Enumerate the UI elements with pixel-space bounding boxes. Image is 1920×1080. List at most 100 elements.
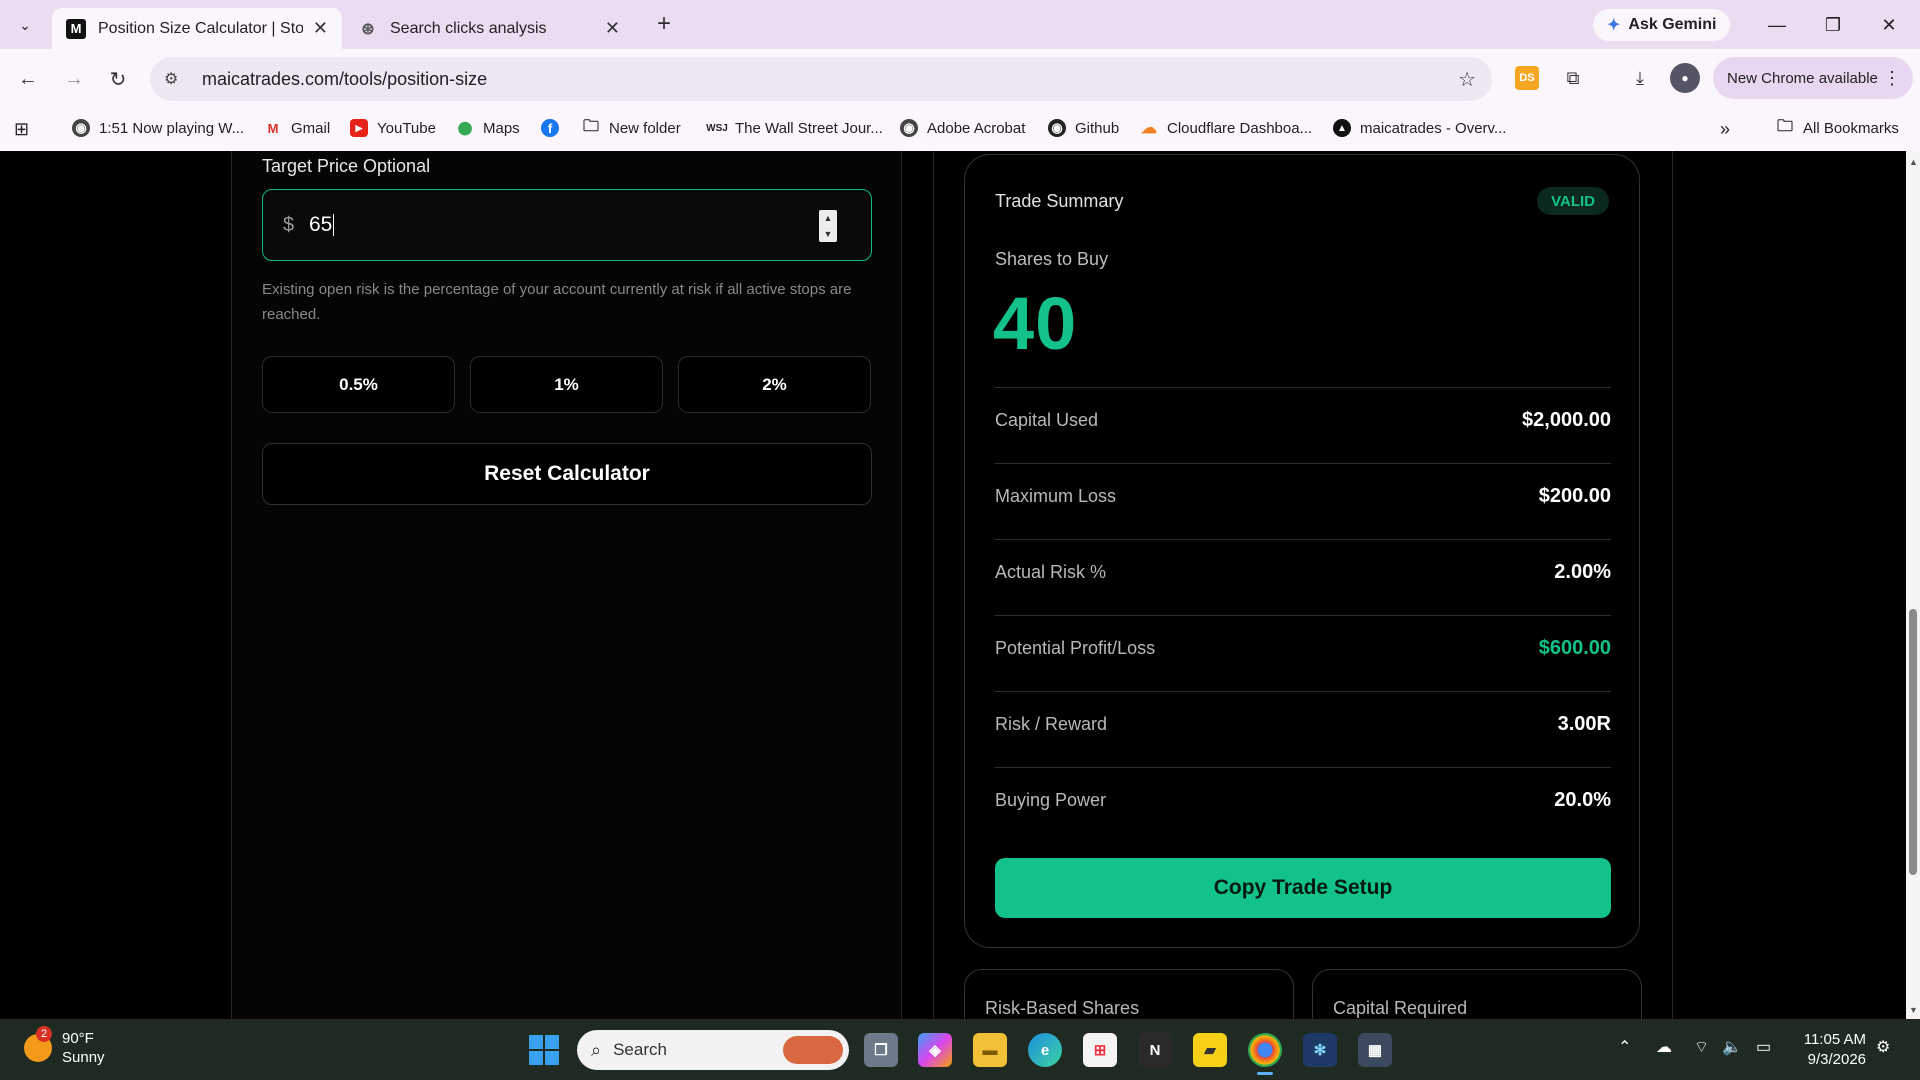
tab-title: Search clicks analysis xyxy=(390,19,547,37)
site-settings-icon[interactable]: ⚙ xyxy=(164,69,188,89)
minimize-button[interactable]: — xyxy=(1754,10,1800,40)
sticky-notes-icon[interactable]: ▰ xyxy=(1193,1033,1227,1067)
notion-icon[interactable]: N xyxy=(1138,1033,1172,1067)
new-chrome-label: New Chrome available xyxy=(1727,69,1878,87)
bookmark-wsj[interactable]: WSJ The Wall Street Jour... xyxy=(706,119,883,137)
url-text[interactable]: maicatrades.com/tools/position-size xyxy=(202,69,487,90)
currency-symbol: $ xyxy=(283,214,295,236)
maicatrades-triangle-icon: ▲ xyxy=(1333,119,1351,137)
step-down-icon[interactable]: ▼ xyxy=(824,229,833,239)
results-panel: Trade Summary VALID Shares to Buy 40 Cap… xyxy=(933,151,1673,1019)
system-clock[interactable]: 11:05 AM 9/3/2026 xyxy=(1796,1030,1866,1070)
restore-button[interactable]: ❐ xyxy=(1810,10,1856,40)
target-price-input[interactable]: $ 65 ▲ ▼ xyxy=(262,189,872,261)
scroll-down-icon[interactable]: ▼ xyxy=(1909,1005,1918,1015)
bookmark-github[interactable]: ◉ Github xyxy=(1048,119,1119,137)
windows-taskbar: 2 90°F Sunny ⌕ Search ❐ ◈ ▬ e ⊞ N ▰ ✻ ▦ … xyxy=(0,1019,1920,1080)
extensions-puzzle-icon[interactable]: ⧉ xyxy=(1558,63,1588,93)
calculator-app-icon[interactable]: ▦ xyxy=(1358,1033,1392,1067)
shares-to-buy-value: 40 xyxy=(993,282,1078,365)
metric-buying-power: Buying Power 20.0% xyxy=(995,767,1611,843)
bookmarks-overflow-icon[interactable]: » xyxy=(1720,119,1730,140)
page-content: Target Price Optional $ 65 ▲ ▼ Existing … xyxy=(0,151,1906,1019)
status-badge: VALID xyxy=(1537,187,1609,215)
scrollbar-thumb[interactable] xyxy=(1909,609,1917,875)
more-menu-icon: ⋮ xyxy=(1883,67,1901,88)
bookmark-adobe-acrobat[interactable]: ◉ Adobe Acrobat xyxy=(900,119,1025,137)
address-bar[interactable]: ⚙ maicatrades.com/tools/position-size ☆ xyxy=(150,57,1492,101)
bookmark-facebook[interactable]: f xyxy=(541,119,568,137)
bookmark-youtube[interactable]: ▶ YouTube xyxy=(350,119,436,137)
ds-extension-icon[interactable]: DS xyxy=(1515,66,1539,90)
apps-grid-icon[interactable]: ⊞ xyxy=(14,119,29,140)
bookmark-now-playing[interactable]: ◉ 1:51 Now playing W... xyxy=(72,119,244,137)
bookmark-cloudflare[interactable]: ☁ Cloudflare Dashboa... xyxy=(1140,119,1312,138)
close-tab-icon[interactable]: ✕ xyxy=(313,18,328,39)
page-scrollbar[interactable]: ▲ ▼ xyxy=(1906,151,1920,1019)
target-price-label: Target Price Optional xyxy=(262,156,431,176)
reload-icon: ↻ xyxy=(109,68,127,91)
globe-icon: ◉ xyxy=(72,119,90,137)
trade-summary-title: Trade Summary xyxy=(995,191,1124,211)
bookmark-maps[interactable]: ⬤ Maps xyxy=(456,119,520,137)
show-hidden-icons-chevron-icon[interactable]: ⌃ xyxy=(1618,1037,1631,1057)
wifi-icon[interactable]: ⌔ xyxy=(1694,1037,1709,1057)
forward-button[interactable]: → xyxy=(58,63,90,95)
download-icon[interactable]: ⤓ xyxy=(1625,63,1655,93)
tab-position-size-calculator[interactable]: M Position Size Calculator | Stock I ✕ xyxy=(52,8,342,49)
tab-strip: ⌄ M Position Size Calculator | Stock I ✕… xyxy=(0,0,1920,49)
profile-avatar[interactable]: ● xyxy=(1670,63,1700,93)
taskbar-search[interactable]: ⌕ Search xyxy=(577,1030,849,1070)
bookmark-maicatrades[interactable]: ▲ maicatrades - Overv... xyxy=(1333,119,1506,137)
all-bookmarks-label: All Bookmarks xyxy=(1803,119,1899,137)
weather-widget[interactable]: 2 90°F Sunny xyxy=(24,1026,105,1067)
close-tab-icon[interactable]: ✕ xyxy=(605,18,620,39)
bookmark-label: The Wall Street Jour... xyxy=(735,119,883,137)
windows-start-icon[interactable] xyxy=(529,1035,559,1065)
chrome-icon[interactable] xyxy=(1248,1033,1282,1075)
volume-icon[interactable]: 🔈 xyxy=(1722,1037,1742,1057)
copilot-icon[interactable]: ◈ xyxy=(918,1033,952,1067)
battery-icon[interactable]: ▭ xyxy=(1756,1037,1771,1057)
bookmark-gmail[interactable]: M Gmail xyxy=(264,119,331,137)
ask-gemini-button[interactable]: ✦ Ask Gemini xyxy=(1593,9,1731,41)
trade-summary-card: Trade Summary VALID Shares to Buy 40 Cap… xyxy=(964,154,1640,948)
notifications-icon[interactable]: ⚙ xyxy=(1876,1037,1890,1057)
gmail-icon: M xyxy=(267,120,279,136)
back-button[interactable]: ← xyxy=(12,63,44,95)
risk-preset-0-5-button[interactable]: 0.5% xyxy=(262,356,455,413)
new-tab-button[interactable]: + xyxy=(650,10,678,38)
step-up-icon[interactable]: ▲ xyxy=(824,213,833,223)
scroll-up-icon[interactable]: ▲ xyxy=(1909,157,1918,167)
metric-label: Maximum Loss xyxy=(995,486,1117,506)
all-bookmarks[interactable]: 🗀 All Bookmarks xyxy=(1776,118,1899,137)
bookmark-new-folder[interactable]: 🗀 New folder xyxy=(582,118,681,137)
copy-trade-setup-button[interactable]: Copy Trade Setup xyxy=(995,858,1611,918)
risk-preset-2-button[interactable]: 2% xyxy=(678,356,871,413)
browser-toolbar: ← → ↻ ⚙ maicatrades.com/tools/position-s… xyxy=(0,49,1920,108)
onedrive-icon[interactable]: ☁ xyxy=(1656,1037,1672,1057)
arrow-left-icon: ← xyxy=(18,67,38,90)
tab-search-clicks-analysis[interactable]: ⊛ Search clicks analysis ✕ xyxy=(344,8,634,49)
snowflake-app-icon[interactable]: ✻ xyxy=(1303,1033,1337,1067)
number-stepper[interactable]: ▲ ▼ xyxy=(819,210,837,242)
facebook-icon: f xyxy=(541,119,559,137)
shares-to-buy-label: Shares to Buy xyxy=(995,249,1109,269)
close-window-button[interactable]: ✕ xyxy=(1866,10,1912,40)
reset-calculator-button[interactable]: Reset Calculator xyxy=(262,443,872,505)
tab-search-button[interactable]: ⌄ xyxy=(8,9,42,41)
reload-button[interactable]: ↻ xyxy=(102,63,134,95)
calculator-panel: Target Price Optional $ 65 ▲ ▼ Existing … xyxy=(231,151,902,1019)
new-chrome-available-button[interactable]: New Chrome available ⋮ xyxy=(1713,57,1913,99)
target-price-value[interactable]: 65 xyxy=(309,213,335,237)
task-view-icon[interactable]: ❐ xyxy=(864,1033,898,1067)
edge-icon[interactable]: e xyxy=(1028,1033,1062,1067)
bookmarks-bar: ⊞ ◉ 1:51 Now playing W... M Gmail ▶ YouT… xyxy=(0,108,1920,151)
microsoft-store-icon[interactable]: ⊞ xyxy=(1083,1033,1117,1067)
chatgpt-icon: ⊛ xyxy=(361,20,375,38)
risk-preset-1-button[interactable]: 1% xyxy=(470,356,663,413)
file-explorer-icon[interactable]: ▬ xyxy=(973,1033,1007,1067)
bookmark-label: Adobe Acrobat xyxy=(927,119,1026,137)
metric-label: Capital Used xyxy=(995,410,1099,430)
bookmark-star-icon[interactable]: ☆ xyxy=(1458,67,1476,92)
